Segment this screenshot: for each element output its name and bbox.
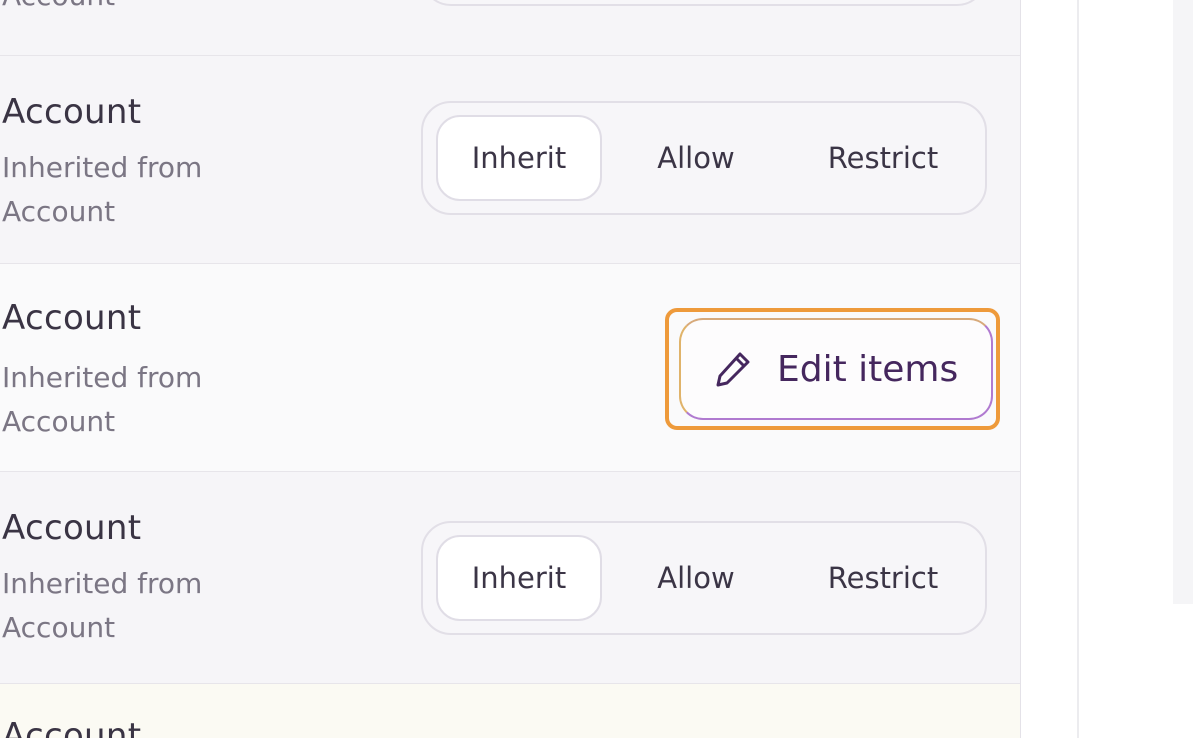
side-panel xyxy=(1021,0,1200,738)
restrict-option[interactable]: Restrict xyxy=(803,535,963,621)
permissions-list: Account Account Inherited from Account I… xyxy=(0,0,1021,738)
edit-items-button[interactable]: Edit items xyxy=(679,318,993,420)
permissions-panel: Account Account Inherited from Account I… xyxy=(0,0,1200,738)
divider xyxy=(1077,0,1079,738)
allow-option[interactable]: Allow xyxy=(631,115,761,201)
pencil-icon xyxy=(716,352,750,387)
scrollbar-track[interactable] xyxy=(1173,0,1193,604)
inherit-option[interactable]: Inherit xyxy=(436,115,602,201)
list-item: Account Inherited from Account Inherit A… xyxy=(0,56,1020,264)
restrict-option[interactable]: Restrict xyxy=(803,115,963,201)
row-title: Account xyxy=(2,298,142,338)
row-subtitle: Account xyxy=(2,0,262,18)
inherit-option[interactable]: Inherit xyxy=(436,535,602,621)
row-subtitle: Inherited from Account xyxy=(2,567,203,644)
list-item: Account Inherited from Account Inherit A… xyxy=(0,472,1020,684)
row-subtitle: Inherited from Account xyxy=(2,361,203,438)
row-subtitle: Inherited from Account xyxy=(2,151,203,228)
list-item: Account xyxy=(0,0,1020,56)
edit-items-label: Edit items xyxy=(777,348,959,390)
row-title: Account xyxy=(2,716,142,738)
row-title: Account xyxy=(2,92,142,132)
permission-segmented-control[interactable]: Inherit Allow Restrict xyxy=(421,101,987,215)
edit-items-focus-ring: Edit items xyxy=(665,308,1000,430)
row-title: Account xyxy=(2,508,142,548)
allow-option[interactable]: Allow xyxy=(631,535,761,621)
list-item: Account Inherited from Account Edit item… xyxy=(0,264,1020,472)
permission-segmented-control[interactable] xyxy=(421,0,987,6)
list-item: Account xyxy=(0,684,1020,738)
permission-segmented-control[interactable]: Inherit Allow Restrict xyxy=(421,521,987,635)
